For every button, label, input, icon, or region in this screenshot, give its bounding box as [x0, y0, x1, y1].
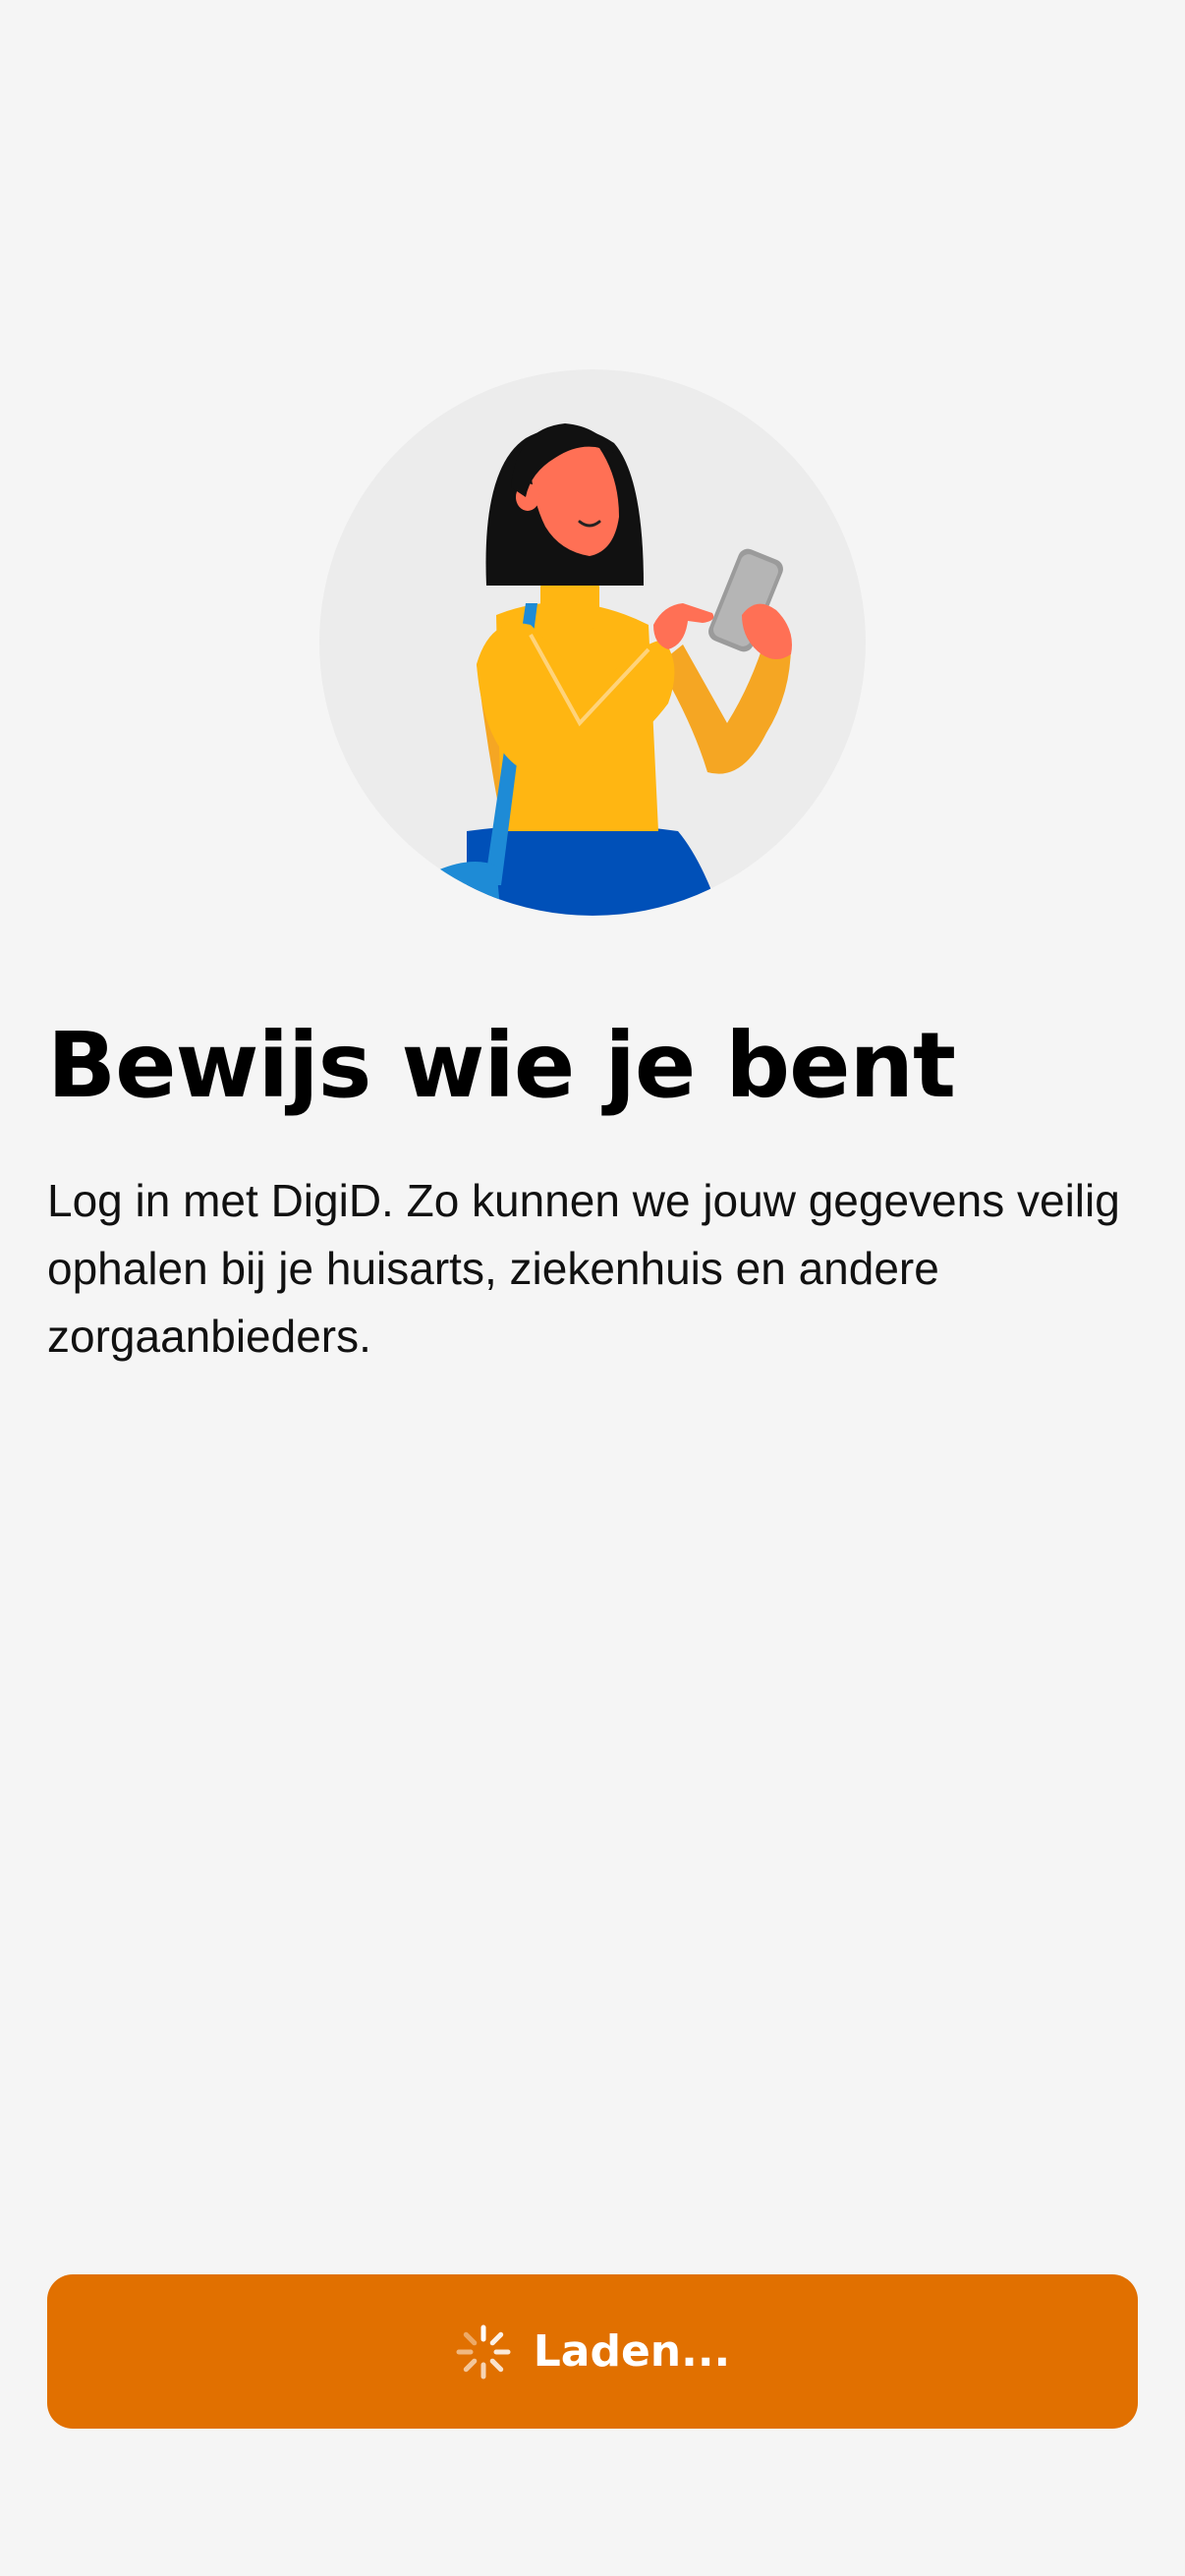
loading-spinner-icon: [456, 2324, 511, 2379]
description-text: Log in met DigiD. Zo kunnen we jouw gege…: [47, 1175, 1120, 1362]
person-with-phone-illustration: [319, 369, 866, 916]
button-label: Laden...: [533, 2325, 731, 2377]
loading-button[interactable]: Laden...: [47, 2274, 1138, 2429]
page-title: Bewijs wie je bent: [47, 1013, 956, 1118]
